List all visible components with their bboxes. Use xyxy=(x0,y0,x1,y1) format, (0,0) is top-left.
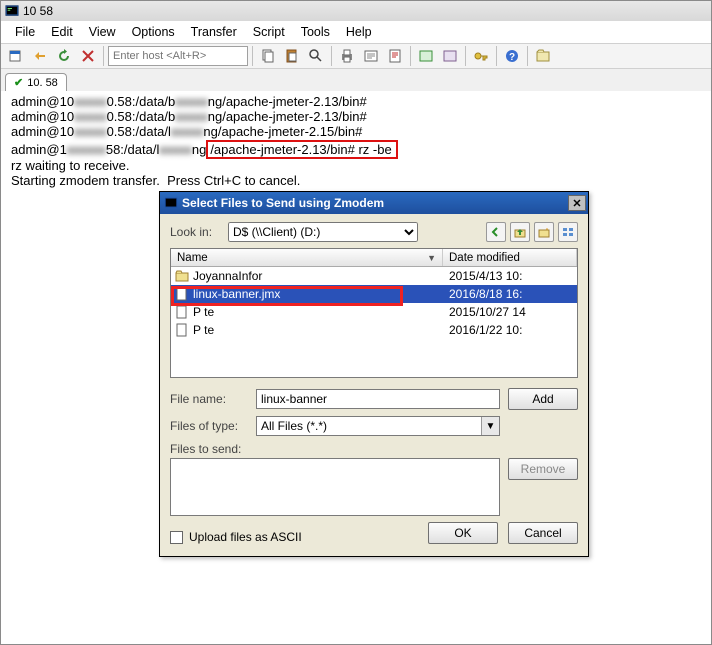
files-to-send-label: Files to send: xyxy=(170,442,248,456)
titlebar: 10 58 xyxy=(1,1,711,21)
new-folder-icon[interactable] xyxy=(534,222,554,242)
command-highlight: /apache-jmeter-2.13/bin# rz -be xyxy=(206,140,397,159)
new-session-icon[interactable] xyxy=(5,45,27,67)
menu-script[interactable]: Script xyxy=(247,23,291,41)
terminal-icon xyxy=(5,4,19,18)
connected-icon: ✔ xyxy=(14,76,23,89)
paste-icon[interactable] xyxy=(281,45,303,67)
file-name-input[interactable] xyxy=(256,389,500,409)
ok-button[interactable]: OK xyxy=(428,522,498,544)
help-icon[interactable]: ? xyxy=(501,45,523,67)
file-name: P te xyxy=(193,323,214,337)
separator xyxy=(496,46,497,66)
file-row[interactable]: P te 2015/10/27 14 xyxy=(171,303,577,321)
ascii-label: Upload files as ASCII xyxy=(189,530,302,544)
file-name: linux-banner.jmx xyxy=(193,287,280,301)
file-date: 2016/8/18 16: xyxy=(443,287,577,301)
look-in-row: Look in: D$ (\\Client) (D:) xyxy=(170,222,578,242)
file-icon xyxy=(175,323,189,337)
terminal[interactable]: admin@10xxxxx0.58:/data/bxxxxxng/apache-… xyxy=(1,91,711,199)
menu-edit[interactable]: Edit xyxy=(45,23,79,41)
key-icon[interactable] xyxy=(470,45,492,67)
menu-help[interactable]: Help xyxy=(340,23,378,41)
file-icon xyxy=(175,287,189,301)
cancel-button[interactable]: Cancel xyxy=(508,522,578,544)
files-to-send-row: Files to send: xyxy=(170,442,578,456)
file-name-row: File name: Add xyxy=(170,388,578,410)
look-in-select[interactable]: D$ (\\Client) (D:) xyxy=(228,222,418,242)
app-window: 10 58 File Edit View Options Transfer Sc… xyxy=(0,0,712,645)
look-in-label: Look in: xyxy=(170,225,220,239)
menu-transfer[interactable]: Transfer xyxy=(185,23,243,41)
separator xyxy=(410,46,411,66)
menu-view[interactable]: View xyxy=(83,23,122,41)
global-opts-icon[interactable] xyxy=(439,45,461,67)
file-row[interactable]: linux-banner.jmx 2016/8/18 16: xyxy=(171,285,577,303)
chevron-down-icon: ▼ xyxy=(481,417,499,435)
svg-text:?: ? xyxy=(509,52,515,63)
file-name-label: File name: xyxy=(170,392,248,406)
remove-button[interactable]: Remove xyxy=(508,458,578,480)
sort-icon: ▼ xyxy=(427,253,436,263)
folder-icon xyxy=(175,269,189,283)
back-icon[interactable] xyxy=(486,222,506,242)
dialog-title: Select Files to Send using Zmodem xyxy=(182,196,384,210)
file-icon xyxy=(175,305,189,319)
file-type-label: Files of type: xyxy=(170,419,248,433)
separator xyxy=(252,46,253,66)
menu-options[interactable]: Options xyxy=(126,23,181,41)
separator xyxy=(465,46,466,66)
col-header-date[interactable]: Date modified xyxy=(443,249,577,266)
properties-icon[interactable] xyxy=(360,45,382,67)
dialog-icon xyxy=(164,196,178,210)
dialog-titlebar[interactable]: Select Files to Send using Zmodem ✕ xyxy=(160,192,588,214)
session-opts-icon[interactable] xyxy=(415,45,437,67)
file-type-row: Files of type: All Files (*.*)▼ xyxy=(170,416,578,436)
sftp-icon[interactable] xyxy=(532,45,554,67)
file-row[interactable]: P te 2016/1/22 10: xyxy=(171,321,577,339)
col-header-name[interactable]: Name▼ xyxy=(171,249,443,266)
file-row[interactable]: JoyannaInfor 2015/4/13 10: xyxy=(171,267,577,285)
view-menu-icon[interactable] xyxy=(558,222,578,242)
print-icon[interactable] xyxy=(336,45,358,67)
menu-tools[interactable]: Tools xyxy=(295,23,336,41)
disconnect-icon[interactable] xyxy=(77,45,99,67)
toolbar: ? xyxy=(1,43,711,69)
menubar: File Edit View Options Transfer Script T… xyxy=(1,21,711,43)
file-name: JoyannaInfor xyxy=(193,269,262,283)
find-icon[interactable] xyxy=(305,45,327,67)
dialog-body: Look in: D$ (\\Client) (D:) Name▼ Date m… xyxy=(160,214,588,556)
file-date: 2015/4/13 10: xyxy=(443,269,577,283)
files-to-send-list[interactable] xyxy=(170,458,500,516)
host-input[interactable] xyxy=(108,46,248,66)
reconnect-icon[interactable] xyxy=(53,45,75,67)
separator xyxy=(103,46,104,66)
zmodem-dialog: Select Files to Send using Zmodem ✕ Look… xyxy=(159,191,589,557)
log-icon[interactable] xyxy=(384,45,406,67)
file-date: 2016/1/22 10: xyxy=(443,323,577,337)
close-icon[interactable]: ✕ xyxy=(568,195,586,211)
file-list-header: Name▼ Date modified xyxy=(171,249,577,267)
window-title: 10 58 xyxy=(23,4,53,18)
file-name: P te xyxy=(193,305,214,319)
copy-icon[interactable] xyxy=(257,45,279,67)
file-type-select[interactable]: All Files (*.*)▼ xyxy=(256,416,500,436)
up-folder-icon[interactable] xyxy=(510,222,530,242)
separator xyxy=(331,46,332,66)
ascii-checkbox[interactable] xyxy=(170,531,183,544)
file-list[interactable]: Name▼ Date modified JoyannaInfor 2015/4/… xyxy=(170,248,578,378)
tab-strip: ✔ 10. 58 xyxy=(1,69,711,91)
menu-file[interactable]: File xyxy=(9,23,41,41)
quick-connect-icon[interactable] xyxy=(29,45,51,67)
tab-label: 10. 58 xyxy=(27,77,58,89)
add-button[interactable]: Add xyxy=(508,388,578,410)
session-tab[interactable]: ✔ 10. 58 xyxy=(5,73,67,91)
separator xyxy=(527,46,528,66)
file-date: 2015/10/27 14 xyxy=(443,305,577,319)
